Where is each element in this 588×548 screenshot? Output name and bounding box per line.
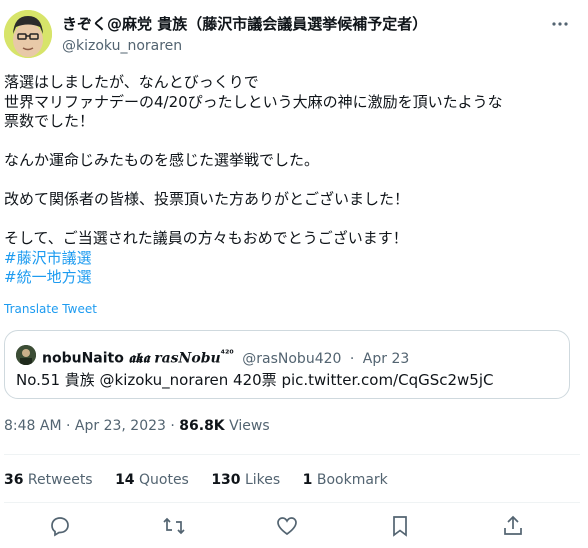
tweet-line: 改めて関係者の皆様、投票頂いた方ありがとございました！ <box>4 190 410 208</box>
tweet-header: きぞく@麻党 貴族（藤沢市議会議員選挙候補予定者） @kizoku_norare… <box>4 10 580 66</box>
quoted-handle: @rasNobu420 <box>242 350 342 367</box>
quoted-text: No.51 貴族 @kizoku_noraren 420票 pic.twitte… <box>16 371 494 389</box>
quoted-tweet[interactable]: nobuNaito 𝖆𝖐𝖆 𝒓𝒂𝒔𝑵𝒐𝒃𝒖⁴²⁰ @rasNobu420 · A… <box>4 330 570 399</box>
tweet-line: 票数でした！ <box>4 112 95 130</box>
tweet-timestamp[interactable]: 8:48 AM · Apr 23, 2023 · <box>4 418 179 434</box>
hashtag-link[interactable]: #統一地方選 <box>4 268 580 288</box>
likes-label: Likes <box>240 472 281 488</box>
quoted-aka: 𝖆𝖐𝖆 𝒓𝒂𝒔𝑵𝒐𝒃𝒖 <box>128 350 221 367</box>
retweets-count: 36 <box>4 472 24 488</box>
likes-stat[interactable]: 130 Likes <box>211 472 280 488</box>
tweet-text: 落選はしましたが、なんとびっくりで 世界マリファナデーの4/20ぴったしという大… <box>4 73 580 288</box>
divider <box>4 454 580 455</box>
quotes-count: 14 <box>115 472 135 488</box>
tweet: きぞく@麻党 貴族（藤沢市議会議員選挙候補予定者） @kizoku_norare… <box>0 0 588 548</box>
bookmarks-count: 1 <box>302 472 313 488</box>
views-count: 86.8K <box>179 418 225 434</box>
heart-icon[interactable] <box>275 514 299 538</box>
translate-tweet-link[interactable]: Translate Tweet <box>4 302 97 316</box>
divider <box>4 502 580 503</box>
quoted-header: nobuNaito 𝖆𝖐𝖆 𝒓𝒂𝒔𝑵𝒐𝒃𝒖⁴²⁰ @rasNobu420 · A… <box>42 345 409 369</box>
hashtag-link[interactable]: #藤沢市議選 <box>4 249 580 269</box>
bookmarks-label: Bookmark <box>312 472 388 488</box>
quoted-avatar <box>16 345 36 365</box>
avatar-image <box>4 10 52 58</box>
more-icon[interactable] <box>548 14 572 38</box>
display-name[interactable]: きぞく@麻党 貴族（藤沢市議会議員選挙候補予定者） <box>62 14 532 34</box>
tweet-line: なんか運命じみたものを感じた選挙戦でした。 <box>4 151 320 169</box>
likes-count: 130 <box>211 472 241 488</box>
quoted-date: Apr 23 <box>362 350 410 367</box>
retweets-stat[interactable]: 36 Retweets <box>4 472 93 488</box>
retweet-icon[interactable] <box>162 514 186 538</box>
views-label: Views <box>224 418 270 434</box>
tweet-line: 世界マリファナデーの4/20ぴったしという大麻の神に激励を頂いたような <box>4 92 503 111</box>
tweet-line: 落選はしましたが、なんとびっくりで <box>4 73 259 91</box>
reply-icon[interactable] <box>48 514 72 538</box>
quoted-name: nobuNaito <box>42 350 124 367</box>
action-bar <box>0 514 588 544</box>
bookmark-icon[interactable] <box>388 514 412 538</box>
user-info: きぞく@麻党 貴族（藤沢市議会議員選挙候補予定者） @kizoku_norare… <box>62 14 532 56</box>
user-handle[interactable]: @kizoku_noraren <box>62 36 532 56</box>
tweet-meta: 8:48 AM · Apr 23, 2023 · 86.8K Views <box>4 416 270 436</box>
quotes-stat[interactable]: 14 Quotes <box>115 472 189 488</box>
share-icon[interactable] <box>501 514 525 538</box>
avatar[interactable] <box>4 10 52 58</box>
retweets-label: Retweets <box>23 472 93 488</box>
tweet-line: そして、ご当選された議員の方々もおめでとうございます！ <box>4 229 408 247</box>
bookmarks-stat[interactable]: 1 Bookmark <box>303 472 388 488</box>
quotes-label: Quotes <box>134 472 189 488</box>
quoted-sup: ⁴²⁰ <box>220 349 234 360</box>
engagement-stats: 36 Retweets 14 Quotes 130 Likes 1 Bookma… <box>4 470 406 490</box>
quoted-dot: · <box>349 350 355 367</box>
